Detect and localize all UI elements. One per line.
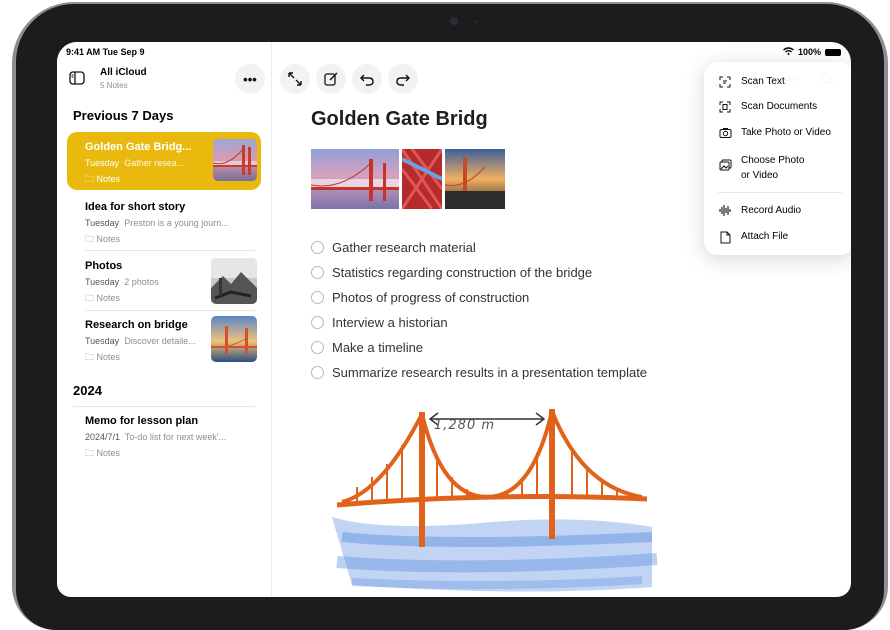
note-title-heading[interactable]: Golden Gate Bridg bbox=[311, 108, 488, 131]
menu-item-attach-file[interactable]: Attach File bbox=[718, 231, 788, 247]
checkbox-circle[interactable] bbox=[311, 316, 324, 329]
battery-icon bbox=[825, 48, 841, 56]
bridge-sketch-drawing[interactable] bbox=[322, 397, 672, 597]
checkbox-circle[interactable] bbox=[311, 341, 324, 354]
note-list-item-lesson-plan[interactable]: Memo for lesson plan 2024/7/1 To-do list… bbox=[67, 406, 261, 464]
note-photo-2[interactable] bbox=[402, 149, 442, 209]
compose-button[interactable] bbox=[316, 64, 346, 94]
checklist-item[interactable]: Photos of progress of construction bbox=[311, 290, 529, 305]
note-thumbnail bbox=[211, 258, 257, 304]
checklist-item[interactable]: Make a timeline bbox=[311, 340, 423, 355]
menu-separator bbox=[718, 192, 842, 193]
note-folder: 🗀 Notes bbox=[85, 293, 121, 303]
note-folder: 🗀 Notes bbox=[85, 174, 121, 184]
folder-icon: 🗀 bbox=[85, 293, 95, 303]
note-folder: 🗀 Notes bbox=[85, 234, 121, 244]
note-list-item-research[interactable]: Research on bridge Tuesday Discover deta… bbox=[67, 310, 261, 368]
checklist-item[interactable]: Gather research material bbox=[311, 240, 476, 255]
notes-sidebar: 9:41 AM Tue Sep 9 All iCloud 5 Notes •••… bbox=[57, 42, 272, 597]
redo-icon bbox=[396, 74, 410, 86]
redo-button[interactable] bbox=[388, 64, 418, 94]
expand-button[interactable] bbox=[280, 64, 310, 94]
folder-icon: 🗀 bbox=[85, 448, 95, 458]
note-title: Golden Gate Bridg... bbox=[85, 141, 192, 153]
folder-title[interactable]: All iCloud bbox=[100, 67, 147, 78]
status-time: 9:41 AM Tue Sep 9 bbox=[66, 47, 145, 57]
menu-item-scan-text[interactable]: Scan Text bbox=[718, 76, 785, 91]
sidebar-more-button[interactable]: ••• bbox=[235, 64, 265, 94]
checklist-item[interactable]: Summarize research results in a presenta… bbox=[311, 365, 647, 380]
note-folder: 🗀 Notes bbox=[85, 352, 121, 362]
menu-item-choose-photo[interactable]: Choose Photo or Video bbox=[718, 153, 804, 183]
note-title: Research on bridge bbox=[85, 319, 188, 331]
ambient-sensor bbox=[475, 20, 478, 23]
note-editor: 100% ••• Golden Gate Bridg bbox=[272, 42, 851, 597]
checklist-item[interactable]: Statistics regarding construction of the… bbox=[311, 265, 592, 280]
sidebar-icon bbox=[69, 71, 85, 85]
checkbox-circle[interactable] bbox=[311, 291, 324, 304]
undo-button[interactable] bbox=[352, 64, 382, 94]
undo-icon bbox=[360, 74, 374, 86]
compose-icon bbox=[324, 72, 338, 86]
menu-item-take-photo[interactable]: Take Photo or Video bbox=[718, 127, 831, 141]
menu-item-record-audio[interactable]: Record Audio bbox=[718, 205, 801, 219]
note-list-item-golden-gate[interactable]: Golden Gate Bridg... Tuesday Gather rese… bbox=[67, 132, 261, 190]
waveform-icon bbox=[718, 205, 732, 219]
note-list-item-short-story[interactable]: Idea for short story Tuesday Preston is … bbox=[67, 192, 261, 250]
note-preview: Tuesday Preston is a young journ... bbox=[85, 218, 229, 228]
front-camera bbox=[450, 17, 458, 25]
checklist-item[interactable]: Interview a historian bbox=[311, 315, 448, 330]
sidebar-toggle-button[interactable] bbox=[65, 66, 89, 90]
folder-note-count: 5 Notes bbox=[100, 81, 128, 90]
folder-icon: 🗀 bbox=[85, 234, 95, 244]
note-title: Idea for short story bbox=[85, 201, 186, 213]
note-title: Memo for lesson plan bbox=[85, 415, 199, 427]
screen: 9:41 AM Tue Sep 9 All iCloud 5 Notes •••… bbox=[57, 42, 851, 597]
note-thumbnail bbox=[211, 316, 257, 362]
note-folder: 🗀 Notes bbox=[85, 448, 121, 458]
folder-icon: 🗀 bbox=[85, 352, 95, 362]
folder-icon: 🗀 bbox=[85, 174, 95, 184]
checkbox-circle[interactable] bbox=[311, 241, 324, 254]
battery-percent: 100% bbox=[797, 47, 821, 57]
scan-documents-icon bbox=[718, 101, 732, 116]
status-indicators: 100% bbox=[783, 47, 841, 57]
section-header-previous-7-days: Previous 7 Days bbox=[73, 108, 174, 123]
scan-text-icon bbox=[718, 76, 732, 91]
menu-item-scan-documents[interactable]: Scan Documents bbox=[718, 101, 817, 116]
camera-icon bbox=[718, 127, 732, 141]
document-icon bbox=[718, 231, 732, 247]
sketch-distance-label: 1,280 m bbox=[434, 418, 496, 433]
note-title: Photos bbox=[85, 260, 123, 272]
photo-library-icon bbox=[718, 159, 732, 174]
wifi-icon bbox=[783, 47, 794, 57]
expand-arrows-icon bbox=[288, 72, 302, 86]
checkbox-circle[interactable] bbox=[311, 266, 324, 279]
checkbox-circle[interactable] bbox=[311, 366, 324, 379]
note-thumbnail bbox=[213, 139, 257, 181]
note-photo-3[interactable] bbox=[445, 149, 505, 209]
note-preview: 2024/7/1 To-do list for next week'... bbox=[85, 432, 227, 442]
note-list-item-photos[interactable]: Photos Tuesday 2 photos 🗀 Notes bbox=[67, 251, 261, 309]
note-photo-1[interactable] bbox=[311, 149, 399, 209]
attachment-menu: Scan Text Scan Documents Take Photo or V… bbox=[704, 62, 851, 255]
section-header-2024: 2024 bbox=[73, 383, 102, 398]
